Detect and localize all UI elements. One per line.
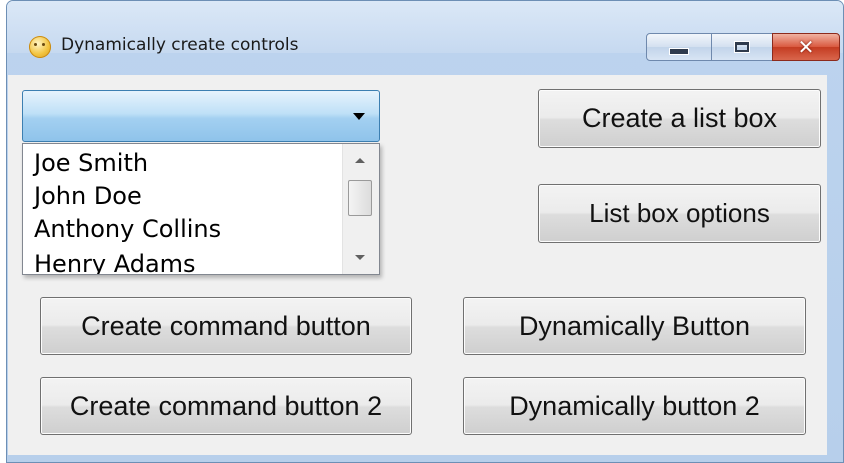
names-dropdown-list[interactable]: Joe Smith John Doe Anthony Collins Henry… bbox=[22, 143, 380, 275]
dynamically-button-2[interactable]: Dynamically button 2 bbox=[463, 377, 806, 435]
list-item[interactable]: John Doe bbox=[34, 181, 142, 211]
scroll-up-arrow-icon[interactable] bbox=[355, 158, 365, 163]
window-title: Dynamically create controls bbox=[61, 35, 299, 55]
minimize-icon bbox=[669, 47, 689, 55]
list-item[interactable]: Anthony Collins bbox=[34, 214, 221, 244]
chevron-down-icon[interactable] bbox=[353, 113, 365, 120]
close-icon: ✕ bbox=[797, 35, 815, 59]
create-command-button[interactable]: Create command button bbox=[40, 297, 412, 355]
scroll-down-arrow-icon[interactable] bbox=[355, 255, 365, 260]
create-list-box-button[interactable]: Create a list box bbox=[538, 89, 821, 148]
maximize-icon bbox=[735, 42, 749, 52]
minimize-button[interactable] bbox=[646, 33, 712, 61]
maximize-button[interactable] bbox=[711, 33, 773, 61]
list-box-options-button[interactable]: List box options bbox=[538, 184, 821, 243]
list-scrollbar[interactable] bbox=[342, 144, 379, 274]
create-command-button-2[interactable]: Create command button 2 bbox=[40, 377, 412, 435]
dynamically-button[interactable]: Dynamically Button bbox=[463, 297, 806, 355]
close-button[interactable]: ✕ bbox=[772, 33, 840, 61]
app-smiley-icon bbox=[29, 36, 51, 58]
names-combo-box[interactable] bbox=[22, 90, 380, 142]
list-item[interactable]: Joe Smith bbox=[34, 148, 148, 178]
scroll-thumb[interactable] bbox=[348, 180, 372, 216]
list-item[interactable]: Henry Adams bbox=[34, 249, 196, 274]
